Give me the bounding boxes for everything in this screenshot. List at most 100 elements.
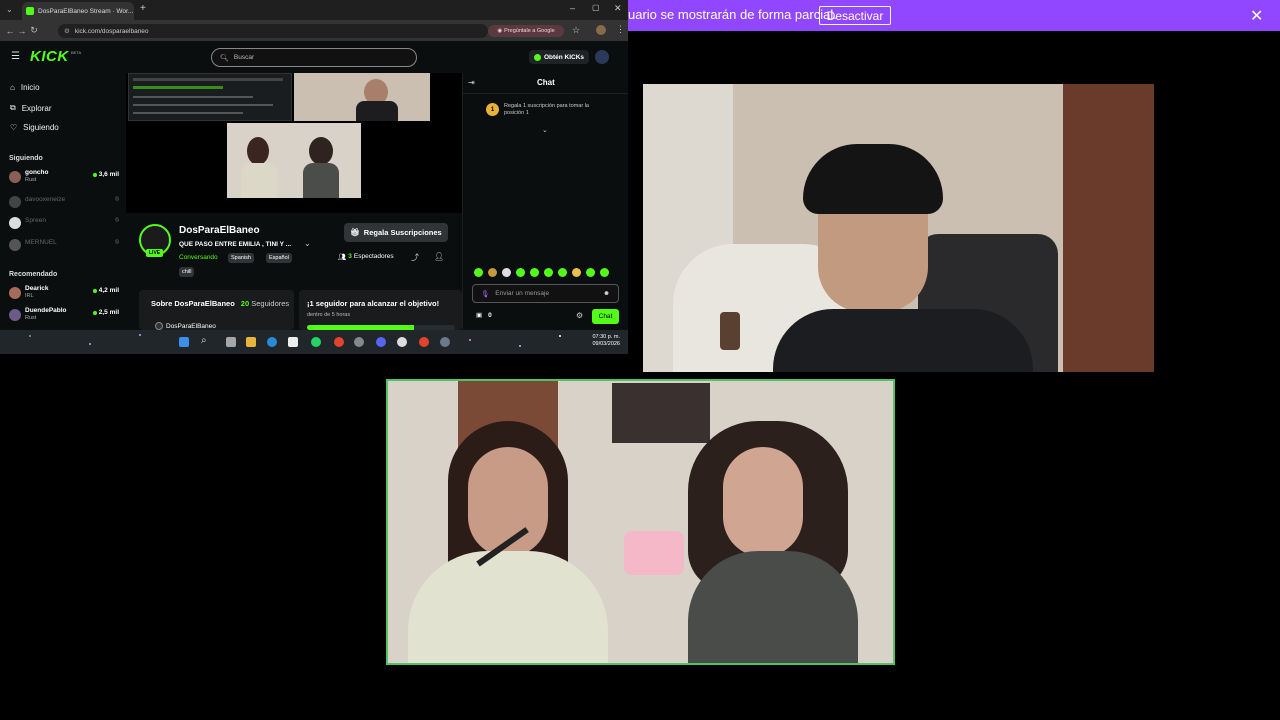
channel-name: DuendePablo [25,307,67,314]
file-explorer-icon[interactable] [246,337,256,347]
discord-icon[interactable] [376,337,386,347]
browser-tab[interactable]: DosParaElBaneo Stream · Wor... ✕ [22,2,134,20]
channel-name: davooxeneize [25,196,66,203]
tab-search-icon[interactable]: ⌄ [6,5,13,14]
notepad-icon[interactable] [288,337,298,347]
whatsapp-icon[interactable] [311,337,321,347]
emote-icon[interactable] [502,268,511,277]
shirt-shape [773,309,1033,372]
recommended-channel[interactable]: DuendePablo Rust 2,5 mil [9,307,119,325]
share-icon[interactable]: ⤴ [411,252,419,263]
banner-message: uario se mostrarán de forma parcial. [628,7,837,22]
new-tab-icon[interactable]: + [140,3,146,14]
recommended-channel[interactable]: Dearick IRL 4,2 mil [9,285,119,303]
reload-icon[interactable]: ↻ [28,25,40,36]
close-window-icon[interactable]: ✕ [614,3,622,14]
channel-avatar [9,171,21,183]
video-player[interactable] [126,73,462,213]
send-chat-button[interactable]: Chat [592,309,619,324]
chrome-profile-icon[interactable] [419,337,429,347]
emote-icon[interactable] [558,268,567,277]
profile-avatar[interactable] [596,25,606,35]
about-owner-name: DosParaElBaneo [166,322,216,330]
kick-logo[interactable]: KICK [30,48,69,65]
search-input[interactable]: 🔍︎ Buscar [211,48,417,67]
taskbar-clock[interactable]: 07:30 p. m. 09/03/2026 [584,334,620,348]
nav-home[interactable]: ⌂ Inicio [10,83,40,92]
following-channel[interactable]: MERNUEL ⦸ [9,237,119,255]
get-kicks-button[interactable]: Obtén KICKs [529,50,589,64]
search-placeholder: Buscar [233,54,255,61]
followers-label: Seguidores [251,299,290,308]
bookmark-star-icon[interactable]: ☆ [572,25,580,36]
maximize-icon[interactable]: ▢ [592,3,600,12]
follow-user-icon[interactable]: 👤︎ [434,252,444,261]
compass-icon: ⧉ [10,103,16,112]
emoji-picker-icon[interactable]: ☻ [603,290,610,297]
windows-start-icon[interactable] [179,337,189,347]
user-avatar[interactable] [595,50,609,64]
forward-icon[interactable]: → [16,26,28,36]
emote-icon[interactable] [474,268,483,277]
channel-name: Spreen [25,217,46,224]
stream-screen-capture [128,73,292,121]
webcam-tile-guests[interactable] [386,379,895,665]
url-text: kick.com/dosparaelbaneo [74,27,149,35]
channel-title-name[interactable]: DosParaElBaneo [179,225,260,236]
banner-close-icon[interactable]: ✕ [1250,6,1263,26]
webcam-tile-host[interactable] [643,84,1154,372]
deactivate-button[interactable]: Desactivar [819,6,891,25]
collapse-chat-icon[interactable]: ⇥ [468,78,475,87]
hamburger-menu-icon[interactable]: ☰ [11,51,20,62]
nav-explore[interactable]: ⧉ Explorar [10,103,52,113]
tag-pill[interactable]: chill [179,267,195,277]
expand-leaderboard-icon[interactable]: ⌄ [542,126,548,134]
channel-category: Rust [25,315,37,321]
live-dot-icon [92,288,97,293]
kicks-balance[interactable]: ▣ 0 [476,311,492,320]
emote-icon[interactable] [572,268,581,277]
stream-webcam-boy [294,73,430,121]
tag-pill[interactable]: Español [266,253,292,263]
browser-menu-icon[interactable]: ⋮ [616,24,625,35]
ask-google-chip[interactable]: ◉ Pregúntale a Google [488,25,564,37]
following-channel[interactable]: davooxeneize ⦸ [9,194,119,212]
chat-message-input[interactable]: 🎙︎ Enviar un mensaje ☻ [472,284,619,303]
chat-settings-icon[interactable]: ⚙ [576,311,583,320]
following-channel[interactable]: Spreen ⦸ [9,215,119,233]
emote-icon[interactable] [530,268,539,277]
tag-pill[interactable]: Spanish [228,253,254,263]
gift-subscriptions-button[interactable]: 🎁︎ Regala Suscripciones [344,223,448,242]
goal-subtitle: dentro de 5 horas [307,312,351,318]
microphone-icon[interactable]: 🎙︎ [481,290,489,298]
channel-name: MERNUEL [25,239,57,246]
url-input[interactable]: ⚙ kick.com/dosparaelbaneo [58,24,488,38]
edge-icon[interactable] [267,337,277,347]
channel-viewers: 2,5 mil [98,309,119,316]
nav-following[interactable]: ♡ Siguiendo [10,123,59,132]
emote-icon[interactable] [586,268,595,277]
stream-category[interactable]: Conversando [179,254,218,261]
emote-icon[interactable] [544,268,553,277]
minimize-icon[interactable]: – [570,3,575,13]
nav-following-label: Siguiendo [23,123,59,132]
taskbar-search-icon[interactable]: ⌕ [201,335,207,346]
nav-explore-label: Explorar [21,103,52,113]
back-icon[interactable]: ← [4,26,16,36]
emote-icon[interactable] [488,268,497,277]
mug-shape [720,312,740,350]
app-icon[interactable] [397,337,407,347]
chevron-down-icon[interactable]: ⌄ [304,239,311,248]
gift-promo-text[interactable]: Regala 1 suscripción para tomar la posic… [504,103,608,116]
obs-icon[interactable] [354,337,364,347]
site-info-icon[interactable]: ⚙ [64,27,70,35]
search-icon: 🔍︎ [220,54,229,62]
emote-icon[interactable] [516,268,525,277]
chat-divider [463,93,628,94]
emote-icon[interactable] [600,268,609,277]
about-owner[interactable]: DosParaElBaneo [155,322,216,330]
following-channel[interactable]: goncho Rust 3,6 mil [9,169,119,187]
chrome-icon[interactable] [334,337,344,347]
task-view-icon[interactable] [226,337,236,347]
settings-app-icon[interactable] [440,337,450,347]
